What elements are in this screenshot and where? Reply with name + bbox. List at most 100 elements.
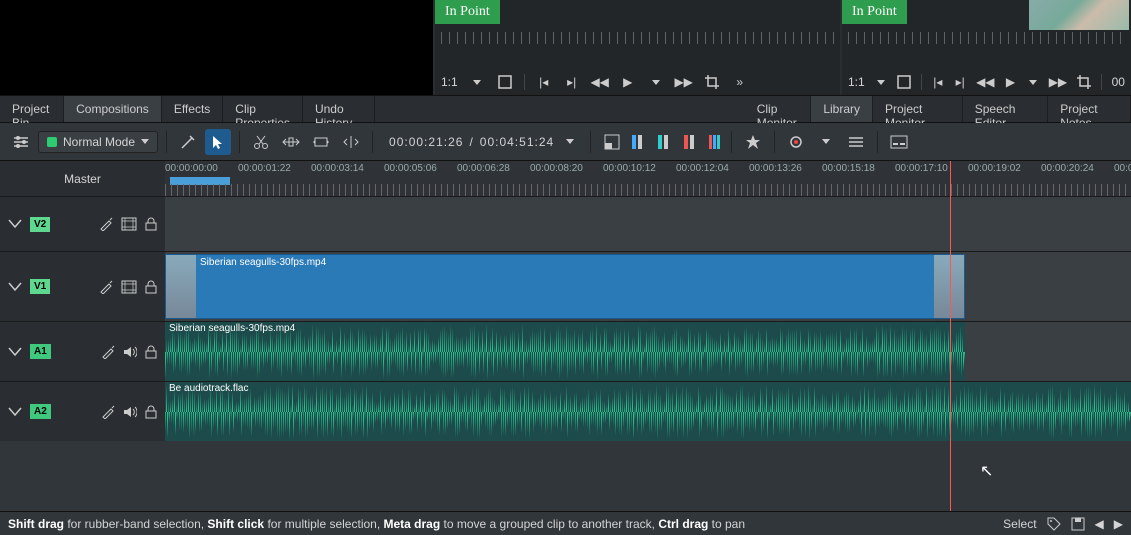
ruler-label: 00:00:12:04	[676, 163, 729, 174]
track-label-v2[interactable]: V2	[30, 217, 50, 232]
ruler-label: 00:00:06:28	[457, 163, 510, 174]
clip-name: Siberian seagulls-30fps.mp4	[169, 323, 295, 334]
play-icon[interactable]: ▶	[619, 73, 637, 91]
tab-project-bin[interactable]: Project Bin	[0, 96, 64, 122]
waveform	[165, 382, 1131, 442]
timeline-ruler[interactable]: 00:00:00:0000:00:01:2200:00:03:1400:00:0…	[165, 161, 1131, 196]
set-in-icon[interactable]: |◂	[535, 73, 553, 91]
current-timecode[interactable]: 00:00:21:26	[389, 135, 463, 149]
monitor-ruler[interactable]	[441, 32, 834, 52]
edit-mode-selector[interactable]: Normal Mode	[38, 131, 158, 153]
mixer-icon[interactable]	[599, 129, 625, 155]
audio-clip[interactable]: Siberian seagulls-30fps.mp4	[165, 322, 965, 381]
set-in-icon[interactable]: |◂	[932, 73, 944, 91]
track-collapse-icon[interactable]	[8, 219, 22, 229]
preview-settings-icon[interactable]	[843, 129, 869, 155]
track-mute-icon[interactable]	[123, 405, 137, 419]
spacer-tool-icon[interactable]	[278, 129, 304, 155]
track-video-icon[interactable]	[121, 280, 137, 294]
track-v2-content[interactable]	[165, 197, 1131, 251]
tab-undo-history[interactable]: Undo History	[303, 96, 375, 122]
master-track-label[interactable]: Master	[0, 161, 165, 196]
track-label-a1[interactable]: A1	[30, 344, 51, 359]
color-tag-cyan[interactable]	[655, 134, 671, 150]
zoom-level[interactable]: 1:1	[441, 75, 458, 89]
record-dropdown-icon[interactable]	[813, 129, 839, 155]
track-collapse-icon[interactable]	[8, 407, 22, 417]
fullscreen-icon[interactable]	[897, 73, 911, 91]
tab-speech-editor[interactable]: Speech Editor	[963, 96, 1048, 122]
track-lock-icon[interactable]	[145, 345, 157, 359]
audio-clip[interactable]: Be audiotrack.flac	[165, 382, 1131, 441]
track-effects-icon[interactable]	[101, 345, 115, 359]
record-icon[interactable]	[783, 129, 809, 155]
chevron-down-icon[interactable]	[566, 139, 574, 144]
track-lock-icon[interactable]	[145, 217, 157, 231]
total-timecode: 00:04:51:24	[480, 135, 554, 149]
crop-icon[interactable]	[1077, 73, 1091, 91]
tag-icon[interactable]	[1047, 517, 1061, 531]
track-label-v1[interactable]: V1	[30, 279, 50, 294]
tab-project-monitor[interactable]: Project Monitor	[873, 96, 963, 122]
set-out-icon[interactable]: ▸|	[954, 73, 966, 91]
rewind-icon[interactable]: ◀◀	[976, 73, 994, 91]
tab-clip-properties[interactable]: Clip Properties	[223, 96, 303, 122]
clip-name: Siberian seagulls-30fps.mp4	[196, 255, 330, 270]
track-a1-content[interactable]: Siberian seagulls-30fps.mp4	[165, 322, 1131, 381]
status-hint: Shift drag for rubber-band selection, Sh…	[8, 517, 745, 531]
play-dropdown-icon[interactable]	[647, 73, 665, 91]
selection-tool[interactable]	[205, 129, 231, 155]
zoom-level[interactable]: 1:1	[848, 75, 865, 89]
preview-dark-area	[0, 0, 433, 95]
color-tag-blue[interactable]	[629, 134, 645, 150]
tab-effects[interactable]: Effects	[162, 96, 223, 122]
crop-icon[interactable]	[703, 73, 721, 91]
ripple-tool-icon[interactable]	[338, 129, 364, 155]
clip-thumbnail	[934, 255, 964, 318]
color-tag-red[interactable]	[681, 134, 697, 150]
play-dropdown-icon[interactable]	[1027, 73, 1039, 91]
fullscreen-icon[interactable]	[496, 73, 514, 91]
settings-icon[interactable]	[8, 129, 34, 155]
rewind-icon[interactable]: ◀◀	[591, 73, 609, 91]
tab-clip-monitor[interactable]: Clip Monitor	[745, 96, 812, 122]
track-video-icon[interactable]	[121, 217, 137, 231]
track-a2-content[interactable]: Be audiotrack.flac	[165, 382, 1131, 441]
track-lock-icon[interactable]	[145, 280, 157, 294]
tab-compositions[interactable]: Compositions	[64, 96, 162, 122]
forward-icon[interactable]: ▶▶	[1049, 73, 1067, 91]
ruler-label: 00:00:13:26	[749, 163, 802, 174]
video-clip[interactable]: Siberian seagulls-30fps.mp4	[165, 254, 965, 319]
track-v1-content[interactable]: Siberian seagulls-30fps.mp4	[165, 252, 1131, 321]
monitor-ruler[interactable]	[848, 32, 1125, 52]
ruler-label: 00:00:17:10	[895, 163, 948, 174]
track-collapse-icon[interactable]	[8, 347, 22, 357]
track-collapse-icon[interactable]	[8, 282, 22, 292]
play-icon[interactable]: ▶	[1004, 73, 1016, 91]
track-effects-icon[interactable]	[99, 280, 113, 294]
track-mute-icon[interactable]	[123, 345, 137, 359]
slip-tool-icon[interactable]	[308, 129, 334, 155]
color-tag-mix[interactable]	[707, 134, 723, 150]
razor-tool-icon[interactable]	[248, 129, 274, 155]
track-effects-icon[interactable]	[99, 217, 113, 231]
save-icon[interactable]	[1071, 517, 1085, 531]
status-select: Select	[1003, 517, 1036, 531]
tab-project-notes[interactable]: Project Notes	[1048, 96, 1131, 122]
track-label-a2[interactable]: A2	[30, 404, 51, 419]
next-icon[interactable]: ▶	[1114, 517, 1123, 531]
zoom-dropdown-icon[interactable]	[468, 73, 486, 91]
monitor-more-icon[interactable]: »	[731, 73, 749, 91]
forward-icon[interactable]: ▶▶	[675, 73, 693, 91]
playhead[interactable]	[950, 161, 951, 511]
set-out-icon[interactable]: ▸|	[563, 73, 581, 91]
track-effects-icon[interactable]	[101, 405, 115, 419]
subtitles-icon[interactable]	[886, 129, 912, 155]
favorite-icon[interactable]	[740, 129, 766, 155]
zoom-dropdown-icon[interactable]	[875, 73, 887, 91]
track-lock-icon[interactable]	[145, 405, 157, 419]
prev-icon[interactable]: ◀	[1095, 517, 1104, 531]
tab-library[interactable]: Library	[811, 96, 873, 122]
in-point-marker: In Point	[435, 0, 500, 24]
magic-wand-icon[interactable]	[175, 129, 201, 155]
